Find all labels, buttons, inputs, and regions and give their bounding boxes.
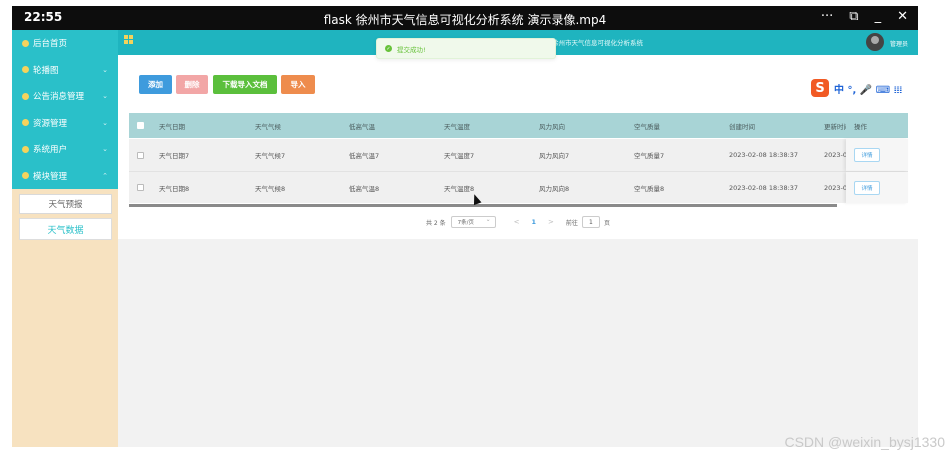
table-cell: 天气温度8 bbox=[444, 184, 475, 193]
import-button[interactable]: 导入 bbox=[281, 75, 315, 94]
player-title: flask 徐州市天气信息可视化分析系统 演示录像.mp4 bbox=[323, 13, 607, 27]
op-cell: 详情 bbox=[846, 139, 908, 171]
content-panel: 添加 删除 下载导入文档 导入 S 中 °, 🎤 ⌨ 𝍖 天气日期 天气气候 低… bbox=[118, 55, 918, 239]
chevron-down-icon: ⌄ bbox=[102, 92, 108, 101]
sidebar-item-label: 轮播图 bbox=[33, 65, 59, 76]
prev-page-button[interactable]: < bbox=[514, 218, 520, 226]
table-cell: 2023-02-08 18:38:37 bbox=[729, 151, 799, 159]
download-template-button[interactable]: 下载导入文档 bbox=[213, 75, 277, 94]
home-icon bbox=[22, 39, 29, 47]
table-cell: 天气气候8 bbox=[255, 184, 286, 193]
select-all-checkbox[interactable] bbox=[137, 122, 144, 129]
page-size-value: 7条/页 bbox=[457, 220, 474, 226]
goto-label: 前往 bbox=[565, 219, 578, 227]
detail-button[interactable]: 详情 bbox=[854, 181, 880, 195]
chevron-down-icon: ⌄ bbox=[102, 145, 108, 154]
table-cell: 低高气温7 bbox=[349, 152, 380, 160]
sidebar-menu: 后台首页 轮播图 ⌄ 公告消息管理 ⌄ 资源管理 ⌄ 系统用户 ⌄ 模块管理 ⌃ bbox=[12, 30, 118, 189]
weather-data-table: 天气日期 天气气候 低高气温 天气温度 风力风向 空气质量 创建时间 更新时间 … bbox=[129, 113, 908, 205]
carousel-icon bbox=[22, 66, 29, 74]
notice-icon bbox=[22, 92, 29, 100]
avatar[interactable] bbox=[866, 33, 884, 51]
page-number-current[interactable]: 1 bbox=[532, 218, 537, 226]
detail-button[interactable]: 详情 bbox=[854, 148, 880, 162]
table-cell: 空气质量7 bbox=[634, 152, 665, 160]
header-cell: 天气气候 bbox=[255, 122, 281, 131]
user-icon bbox=[22, 145, 29, 153]
pager-total: 共 2 条 bbox=[426, 219, 446, 227]
ime-toolbar: S 中 °, 🎤 ⌨ 𝍖 bbox=[811, 79, 903, 97]
pagination: 共 2 条 7条/页 < 1 > 前往 页 bbox=[426, 216, 610, 228]
sidebar-item-label: 模块管理 bbox=[33, 171, 68, 182]
chevron-down-icon: ⌄ bbox=[102, 118, 108, 127]
sidebar-submenu: 天气预报 天气数据 bbox=[12, 189, 118, 240]
page-size-select[interactable]: 7条/页 bbox=[450, 216, 496, 228]
table-cell: 天气日期7 bbox=[159, 152, 190, 160]
watermark: CSDN @weixin_bysj1330 bbox=[784, 434, 945, 450]
table-horizontal-scrollbar[interactable] bbox=[129, 204, 837, 207]
sidebar-subitem-forecast[interactable]: 天气预报 bbox=[19, 194, 112, 214]
pip-icon[interactable]: ⧉ bbox=[849, 9, 858, 24]
header-cell: 创建时间 bbox=[729, 122, 755, 131]
header-cell: 操作 bbox=[854, 122, 867, 131]
table-cell: 天气日期8 bbox=[159, 184, 190, 193]
sidebar-item-modules[interactable]: 模块管理 ⌃ bbox=[12, 163, 118, 190]
video-player-bar: 22:55 flask 徐州市天气信息可视化分析系统 演示录像.mp4 ··· … bbox=[12, 6, 918, 30]
chevron-up-icon: ⌃ bbox=[102, 171, 108, 180]
op-cell: 详情 bbox=[846, 172, 908, 203]
table-row: 天气日期8 天气气候8 低高气温8 天气温度8 风力风向8 空气质量8 2023… bbox=[129, 171, 908, 203]
toast-message: 提交成功! bbox=[397, 45, 426, 54]
header-cell: 风力风向 bbox=[539, 122, 565, 131]
table-cell: 低高气温8 bbox=[349, 184, 380, 193]
table-cell: 空气质量8 bbox=[634, 184, 665, 193]
close-icon[interactable]: ✕ bbox=[897, 9, 908, 24]
sidebar-item-label: 系统用户 bbox=[33, 145, 68, 156]
op-header: 操作 bbox=[846, 113, 908, 138]
sidebar-item-label: 公告消息管理 bbox=[33, 92, 85, 103]
row-checkbox[interactable] bbox=[137, 151, 144, 159]
header-cell: 空气质量 bbox=[634, 122, 660, 131]
sidebar-item-label: 后台首页 bbox=[33, 39, 68, 50]
sidebar-item-users[interactable]: 系统用户 ⌄ bbox=[12, 136, 118, 163]
header-cell: 天气温度 bbox=[444, 122, 470, 131]
sidebar-item-home[interactable]: 后台首页 bbox=[12, 30, 118, 57]
table-cell: 风力风向8 bbox=[539, 184, 570, 193]
next-page-button[interactable]: > bbox=[548, 218, 554, 226]
resource-icon bbox=[22, 119, 29, 127]
table-cell: 风力风向7 bbox=[539, 152, 570, 160]
table-row: 天气日期7 天气气候7 低高气温7 天气温度7 风力风向7 空气质量7 2023… bbox=[129, 139, 908, 171]
table-cell: 天气气候7 bbox=[255, 152, 286, 160]
more-icon[interactable]: ··· bbox=[821, 9, 833, 24]
check-circle-icon: ✓ bbox=[385, 45, 392, 52]
menu-grid-icon[interactable] bbox=[124, 35, 133, 44]
success-toast: ✓ 提交成功! bbox=[376, 38, 556, 59]
sidebar-item-resources[interactable]: 资源管理 ⌄ bbox=[12, 110, 118, 137]
minimize-icon[interactable]: _ bbox=[875, 9, 882, 24]
sidebar-item-notices[interactable]: 公告消息管理 ⌄ bbox=[12, 83, 118, 110]
chevron-down-icon: ⌄ bbox=[102, 65, 108, 74]
sidebar: 后台首页 轮播图 ⌄ 公告消息管理 ⌄ 资源管理 ⌄ 系统用户 ⌄ 模块管理 ⌃ bbox=[12, 30, 118, 447]
main-content: 添加 删除 下载导入文档 导入 S 中 °, 🎤 ⌨ 𝍖 天气日期 天气气候 低… bbox=[118, 55, 918, 447]
player-controls: ··· ⧉ _ ✕ bbox=[821, 9, 908, 24]
delete-button[interactable]: 删除 bbox=[176, 75, 208, 94]
row-checkbox[interactable] bbox=[137, 184, 144, 191]
header-cell: 天气日期 bbox=[159, 122, 185, 131]
module-icon bbox=[22, 172, 29, 180]
admin-name[interactable]: 管理员 bbox=[890, 39, 908, 48]
header-cell: 低高气温 bbox=[349, 122, 375, 131]
sogou-icon[interactable]: S bbox=[811, 79, 829, 97]
add-button[interactable]: 添加 bbox=[139, 75, 172, 94]
table-header: 天气日期 天气气候 低高气温 天气温度 风力风向 空气质量 创建时间 更新时间 … bbox=[129, 113, 908, 138]
sidebar-item-carousel[interactable]: 轮播图 ⌄ bbox=[12, 57, 118, 84]
table-cell: 天气温度7 bbox=[444, 152, 475, 160]
table-cell: 2023-02-08 18:38:37 bbox=[729, 183, 799, 192]
sidebar-subitem-weather-data[interactable]: 天气数据 bbox=[19, 218, 112, 240]
app-title: 徐州市天气信息可视化分析系统 bbox=[552, 39, 643, 47]
page-unit-label: 页 bbox=[603, 219, 610, 227]
ime-mode-icons[interactable]: 中 °, 🎤 ⌨ 𝍖 bbox=[834, 81, 903, 96]
goto-page-input[interactable] bbox=[581, 216, 600, 228]
sidebar-item-label: 资源管理 bbox=[33, 118, 68, 129]
